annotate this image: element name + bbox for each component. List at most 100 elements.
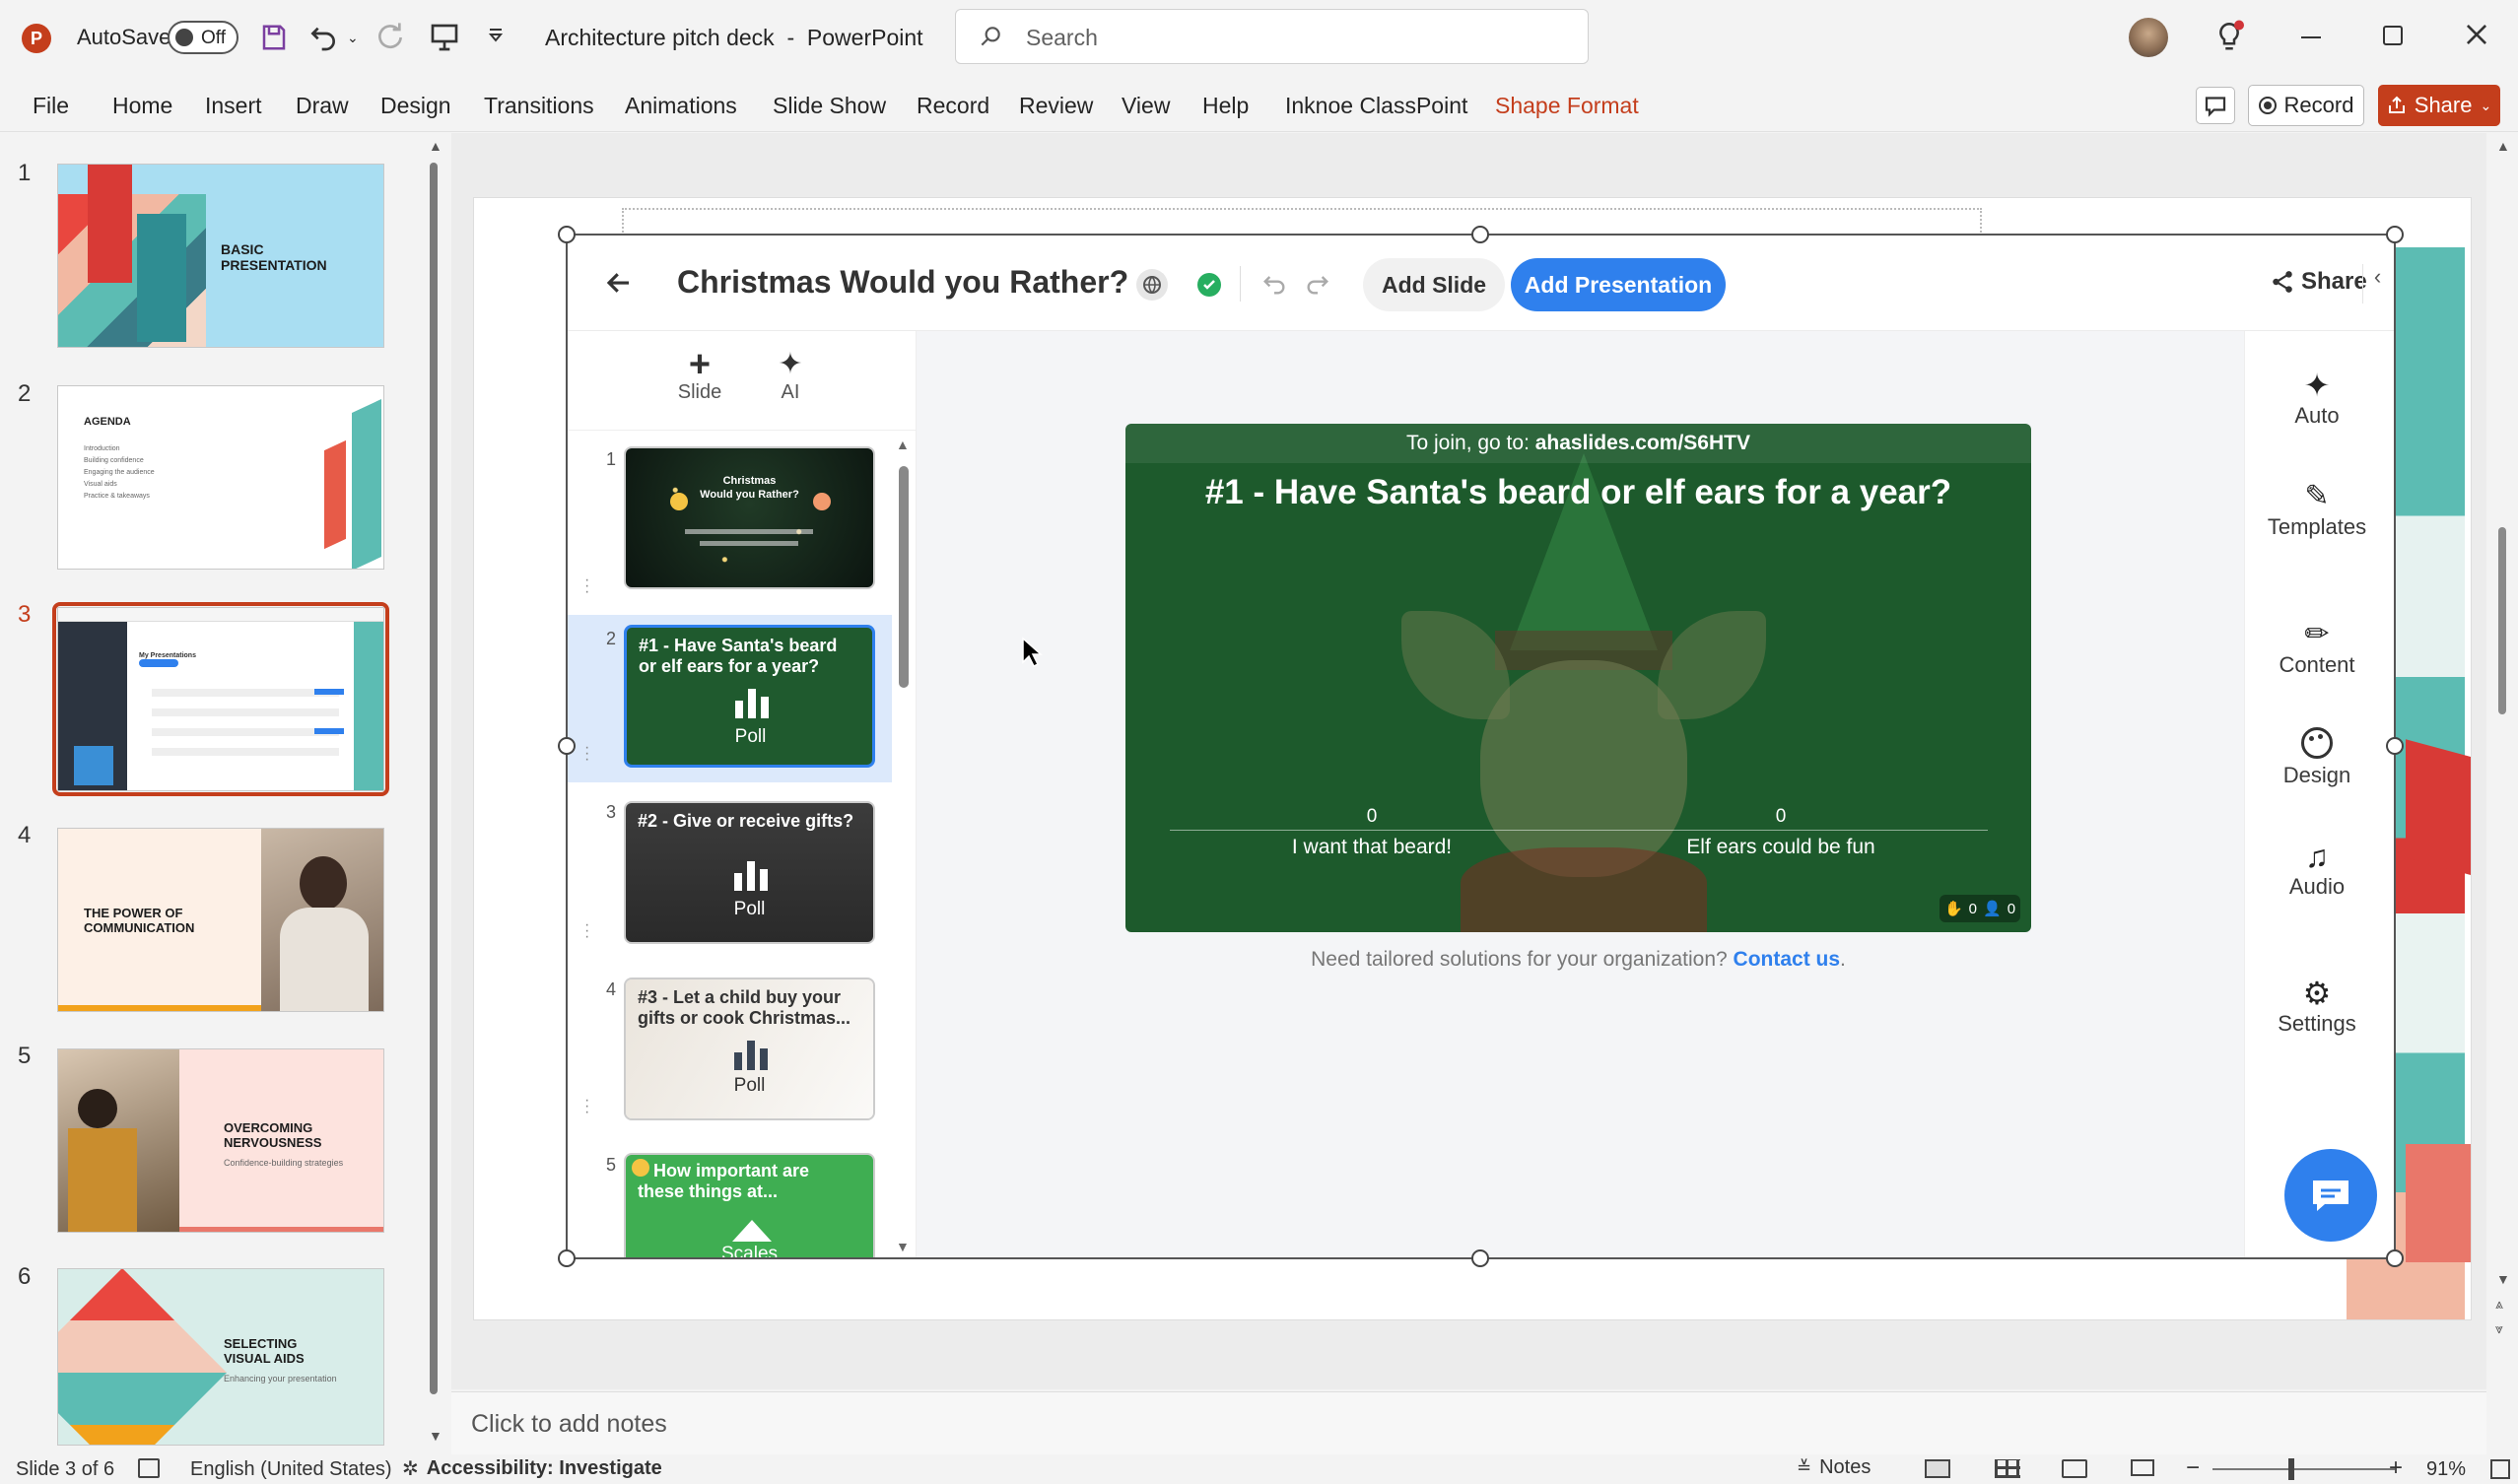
tab-transitions[interactable]: Transitions bbox=[484, 93, 594, 119]
slide-thumbnail-6[interactable]: SELECTING VISUAL AIDS Enhancing your pres… bbox=[57, 1268, 384, 1446]
tab-inknoe-classpoint[interactable]: Inknoe ClassPoint bbox=[1285, 93, 1467, 119]
autosave-label: AutoSave bbox=[77, 25, 171, 49]
tab-draw[interactable]: Draw bbox=[296, 93, 349, 119]
collapse-panel-icon[interactable]: ‹ bbox=[2362, 264, 2392, 304]
slide-sorter-icon[interactable] bbox=[1995, 1459, 2020, 1478]
app-undo-icon[interactable] bbox=[1260, 270, 1288, 298]
save-icon[interactable] bbox=[259, 23, 289, 52]
accessibility-button[interactable]: ✲ Accessibility: Investigate bbox=[402, 1456, 662, 1481]
share-button[interactable]: Share ⌄ bbox=[2378, 85, 2500, 126]
drag-handle-icon[interactable]: · · · bbox=[584, 573, 589, 600]
add-slide-button[interactable]: Add Slide bbox=[1363, 258, 1505, 311]
auto-button[interactable]: ✦ Auto bbox=[2253, 368, 2381, 429]
previous-slide-icon[interactable]: ⩓ bbox=[2495, 1296, 2503, 1313]
present-from-start-icon[interactable] bbox=[429, 22, 460, 53]
undo-icon[interactable] bbox=[307, 22, 339, 53]
slide-thumbnail-2[interactable]: AGENDA Introduction Building confidence En… bbox=[57, 385, 384, 570]
slide-list-item-2[interactable]: #1 - Have Santa's beard or elf ears for a… bbox=[624, 625, 875, 768]
undo-dropdown-icon[interactable]: ⌄ bbox=[347, 30, 359, 46]
spelling-check-icon[interactable] bbox=[138, 1458, 160, 1478]
app-share-button[interactable]: Share bbox=[2270, 268, 2367, 296]
zoom-in-icon[interactable]: + bbox=[2389, 1454, 2403, 1482]
poll-chart-icon bbox=[734, 1037, 768, 1070]
slide-preview[interactable]: To join, go to: ahaslides.com/S6HTV #1 -… bbox=[1125, 424, 2031, 932]
restore-icon[interactable] bbox=[2383, 26, 2403, 45]
tab-design[interactable]: Design bbox=[380, 93, 451, 119]
tab-shape-format[interactable]: Shape Format bbox=[1495, 93, 1639, 119]
normal-view-icon[interactable] bbox=[1925, 1459, 1950, 1478]
slide-thumbnail-1[interactable]: BASIC PRESENTATION bbox=[57, 164, 384, 348]
fit-to-window-icon[interactable] bbox=[2490, 1459, 2510, 1479]
app-redo-icon[interactable] bbox=[1304, 270, 1331, 298]
tab-file[interactable]: File bbox=[33, 93, 69, 119]
customize-qat-icon[interactable] bbox=[486, 26, 506, 45]
slide-thumbnail-4[interactable]: THE POWER OF COMMUNICATION bbox=[57, 828, 384, 1012]
slide-thumbnail-5[interactable]: OVERCOMING NERVOUSNESS Confidence-buildin… bbox=[57, 1048, 384, 1233]
add-presentation-button[interactable]: Add Presentation bbox=[1511, 258, 1726, 311]
notes-pane[interactable]: Click to add notes bbox=[451, 1391, 2486, 1454]
resize-handle[interactable] bbox=[2386, 1249, 2404, 1267]
contact-us-link[interactable]: Contact us bbox=[1734, 948, 1841, 971]
mouse-cursor-icon bbox=[1021, 637, 1043, 668]
content-button[interactable]: ✏ Content bbox=[2253, 617, 2381, 678]
language[interactable]: English (United States) bbox=[190, 1458, 392, 1481]
zoom-level[interactable]: 91% bbox=[2426, 1458, 2466, 1481]
search-box[interactable]: Search bbox=[955, 9, 1589, 64]
sparkle-icon: ✦ bbox=[778, 348, 803, 380]
resize-handle[interactable] bbox=[558, 226, 576, 243]
tab-animations[interactable]: Animations bbox=[625, 93, 737, 119]
tab-view[interactable]: View bbox=[1122, 93, 1170, 119]
slide-indicator[interactable]: Slide 3 of 6 bbox=[16, 1458, 114, 1481]
tab-insert[interactable]: Insert bbox=[205, 93, 262, 119]
slide-list-item-3[interactable]: #2 - Give or receive gifts? Poll bbox=[624, 801, 875, 944]
zoom-slider[interactable] bbox=[2212, 1458, 2395, 1480]
design-button[interactable]: Design bbox=[2253, 727, 2381, 788]
slideshow-view-icon[interactable] bbox=[2131, 1459, 2154, 1476]
autosave-toggle[interactable]: Off bbox=[168, 21, 238, 54]
notes-toggle[interactable]: ≚ Notes bbox=[1797, 1456, 1871, 1479]
next-slide-icon[interactable]: ⩔ bbox=[2495, 1320, 2503, 1337]
resize-handle[interactable] bbox=[1471, 226, 1489, 243]
drag-handle-icon[interactable]: · · · bbox=[584, 740, 589, 768]
templates-button[interactable]: ✎ Templates bbox=[2253, 479, 2381, 540]
slide-list-item-4[interactable]: #3 - Let a child buy your gifts or cook C… bbox=[624, 978, 875, 1120]
reading-view-icon[interactable] bbox=[2062, 1459, 2087, 1478]
redo-icon[interactable] bbox=[374, 22, 406, 53]
slide-thumbnail-3[interactable]: My Presentations bbox=[57, 607, 384, 791]
slide-list-scrollbar[interactable]: ▲ ▼ bbox=[894, 437, 912, 1254]
settings-button[interactable]: ⚙ Settings bbox=[2253, 976, 2381, 1037]
drag-handle-icon[interactable]: · · · bbox=[584, 1093, 589, 1120]
resize-handle[interactable] bbox=[558, 737, 576, 755]
audio-button[interactable]: ♫ Audio bbox=[2253, 839, 2381, 900]
resize-handle[interactable] bbox=[1471, 1249, 1489, 1267]
record-button[interactable]: Record bbox=[2248, 85, 2364, 126]
thumbnail-number: 6 bbox=[18, 1263, 32, 1290]
ai-button[interactable]: ✦ AI bbox=[756, 348, 825, 404]
tab-home[interactable]: Home bbox=[112, 93, 172, 119]
presentation-title[interactable]: Christmas Would you Rather? bbox=[677, 264, 1128, 301]
document-title[interactable]: Architecture pitch deck - PowerPoint bbox=[545, 25, 923, 51]
editor-scrollbar[interactable]: ▲ ▼ ⩓ ⩔ bbox=[2493, 138, 2511, 1350]
tab-help[interactable]: Help bbox=[1202, 93, 1249, 119]
minimize-icon[interactable] bbox=[2301, 36, 2321, 38]
slide-list-item-5[interactable]: How important are these things at... Scal… bbox=[624, 1153, 875, 1259]
tab-slide-show[interactable]: Slide Show bbox=[773, 93, 886, 119]
comments-button[interactable] bbox=[2196, 87, 2235, 124]
new-slide-button[interactable]: + Slide bbox=[665, 346, 734, 404]
ahaslides-embed[interactable]: Christmas Would you Rather? Add Slide Ad… bbox=[567, 235, 2395, 1259]
resize-handle[interactable] bbox=[2386, 226, 2404, 243]
resize-handle[interactable] bbox=[2386, 737, 2404, 755]
back-arrow-icon[interactable] bbox=[604, 268, 634, 298]
avatar[interactable] bbox=[2129, 18, 2168, 57]
zoom-out-icon[interactable]: − bbox=[2186, 1454, 2200, 1482]
chat-support-button[interactable] bbox=[2284, 1149, 2377, 1242]
tab-review[interactable]: Review bbox=[1019, 93, 1093, 119]
slide-list-item-1[interactable]: Christmas Would you Rather? bbox=[624, 446, 875, 589]
close-icon[interactable] bbox=[2464, 22, 2489, 47]
globe-icon[interactable] bbox=[1136, 269, 1168, 301]
drag-handle-icon[interactable]: · · · bbox=[584, 917, 589, 945]
thumbnail-scrollbar[interactable]: ▲ ▼ bbox=[427, 138, 442, 1444]
lightbulb-icon[interactable] bbox=[2214, 20, 2244, 55]
tab-record[interactable]: Record bbox=[917, 93, 989, 119]
resize-handle[interactable] bbox=[558, 1249, 576, 1267]
